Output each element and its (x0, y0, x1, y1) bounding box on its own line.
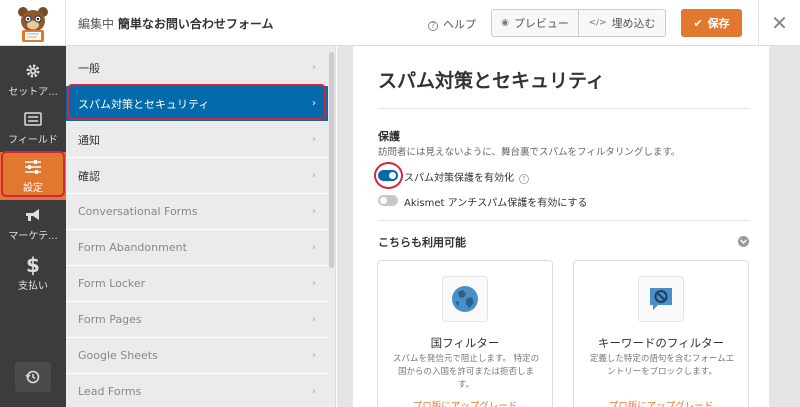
chevron-right-icon: › (312, 386, 316, 397)
nav-fields[interactable]: フィールド (0, 104, 66, 152)
antispam-toggle-row: スパム対策保護を有効化? (404, 169, 529, 184)
chevron-right-icon: › (312, 278, 316, 289)
section-confirmations-label: 確認 (78, 169, 100, 183)
addon-description: 定義した特定の語句を含むフォームエントリーをブロックします。 (589, 354, 735, 377)
section-general-label: 一般 (78, 61, 100, 75)
protection-heading: 保護 (378, 130, 400, 143)
embed-button[interactable]: </> 埋め込む (578, 10, 665, 36)
section-list-scrollbar[interactable] (329, 52, 334, 268)
code-icon: </> (588, 18, 607, 28)
help-button[interactable]: ? ヘルプ (428, 16, 476, 32)
builder-left-nav: セットア... フィールド 設定 マーケテ... $ 支払い (0, 46, 66, 407)
preview-embed-group: ◉ プレビュー </> 埋め込む (491, 9, 666, 37)
nav-setup-label: セットア... (8, 87, 58, 98)
section-abandonment-label: Form Abandonment (78, 241, 187, 254)
also-available-heading: こちらも利用可能 (378, 236, 466, 249)
settings-highlight-box (1, 151, 65, 197)
help-tooltip-icon[interactable]: ? (519, 174, 529, 184)
section-form-locker[interactable]: Form Locker › (66, 266, 328, 302)
chevron-right-icon: › (312, 206, 316, 217)
fields-icon (24, 110, 42, 128)
addon-description: スパムを発信元で阻止します。 特定の国からの入国を許可または拒否します。 (392, 354, 540, 390)
antispam-toggle-label: スパム対策保護を有効化 (404, 173, 514, 184)
section-form-abandonment[interactable]: Form Abandonment › (66, 230, 328, 266)
page-title: スパム対策とセキュリティ (378, 70, 605, 92)
section-notifications[interactable]: 通知 › (66, 122, 328, 158)
wpforms-logo (0, 0, 66, 46)
chevron-right-icon: › (312, 314, 316, 325)
save-button[interactable]: ✔ 保存 (681, 9, 742, 37)
nav-marketing-label: マーケテ... (8, 231, 58, 242)
section-conversational-label: Conversational Forms (78, 205, 198, 218)
builder-header: 編集中 簡単なお問い合わせフォーム ? ヘルプ ◉ プレビュー </> 埋め込む ✔ 保… (0, 0, 800, 46)
question-icon: ? (428, 21, 438, 31)
nav-payments-label: 支払い (18, 281, 48, 292)
chevron-right-icon: › (312, 134, 316, 145)
embed-label: 埋め込む (611, 17, 656, 30)
section-conversational-forms[interactable]: Conversational Forms › (66, 194, 328, 230)
section-lead-label: Lead Forms (78, 385, 142, 398)
toggle-highlight-circle (374, 162, 403, 189)
chevron-right-icon: › (312, 170, 316, 181)
eye-icon: ◉ (501, 18, 509, 28)
no-keyword-icon (638, 276, 684, 322)
gear-icon (25, 62, 41, 80)
spam-section-highlight-box (67, 84, 326, 120)
dollar-icon: $ (26, 253, 40, 277)
upgrade-to-pro-link[interactable]: プロ版にアップグレード (378, 398, 552, 407)
editing-prefix: 編集中 (78, 17, 115, 31)
form-name: 簡単なお問い合わせフォーム (117, 17, 274, 31)
chevron-right-icon: › (312, 242, 316, 253)
check-icon: ✔ (693, 16, 703, 30)
section-general[interactable]: 一般 › (66, 50, 328, 86)
bear-mascot-icon (17, 7, 48, 42)
section-notifications-label: 通知 (78, 133, 100, 147)
addon-card-country-filter[interactable]: 国フィルター スパムを発信元で阻止します。 特定の国からの入国を許可または拒否し… (377, 260, 553, 407)
nav-fields-label: フィールド (8, 135, 58, 146)
section-google-sheets[interactable]: Google Sheets › (66, 338, 328, 374)
preview-label: プレビュー (513, 17, 569, 30)
chevron-right-icon: › (312, 350, 316, 361)
akismet-toggle[interactable] (378, 195, 398, 206)
chevron-down-icon[interactable] (738, 236, 749, 247)
chevron-right-icon: › (312, 62, 316, 73)
section-divider (378, 220, 750, 221)
revisions-button[interactable] (15, 362, 51, 392)
section-confirmations[interactable]: 確認 › (66, 158, 328, 194)
section-lead-forms[interactable]: Lead Forms › (66, 374, 328, 407)
upgrade-to-pro-link[interactable]: プロ版にアップグレード (574, 398, 748, 407)
nav-payments[interactable]: $ 支払い (0, 250, 66, 298)
section-sheets-label: Google Sheets (78, 349, 158, 362)
protection-description: 訪問者には見えないように、舞台裏でスパムをフィルタリングします。 (378, 147, 681, 158)
title-divider (378, 108, 750, 109)
editing-form-title: 編集中 簡単なお問い合わせフォーム (78, 15, 274, 32)
nav-marketing[interactable]: マーケテ... (0, 200, 66, 248)
addon-name: キーワードのフィルター (597, 336, 725, 350)
section-locker-label: Form Locker (78, 277, 146, 290)
akismet-toggle-label: Akismet アンチスパム保護を有効にする (404, 198, 588, 209)
section-pages-label: Form Pages (78, 313, 142, 326)
close-icon[interactable]: ✕ (758, 0, 800, 46)
globe-icon (442, 276, 488, 322)
addon-card-keyword-filter[interactable]: キーワードのフィルター 定義した特定の語句を含むフォームエントリーをブロックしま… (573, 260, 749, 407)
history-icon (25, 370, 40, 384)
help-label: ヘルプ (443, 18, 476, 31)
nav-setup[interactable]: セットア... (0, 56, 66, 104)
megaphone-icon (24, 206, 42, 224)
addon-name: 国フィルター (430, 336, 500, 350)
preview-button[interactable]: ◉ プレビュー (492, 10, 578, 36)
section-form-pages[interactable]: Form Pages › (66, 302, 328, 338)
save-label: 保存 (707, 17, 730, 30)
